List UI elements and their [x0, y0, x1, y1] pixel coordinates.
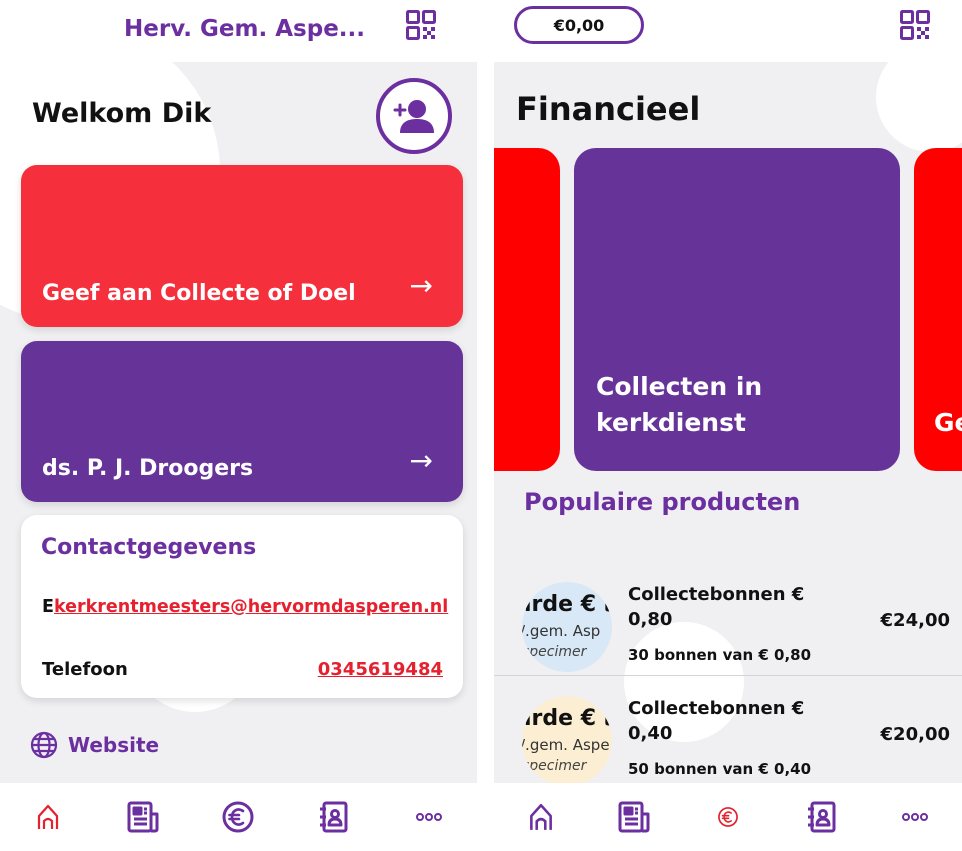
phone-label: Telefoon	[42, 659, 128, 680]
balance-badge[interactable]: €0,00	[514, 6, 644, 44]
church-name[interactable]: Herv. Gem. Aspe...	[124, 16, 365, 42]
nav-news[interactable]	[119, 793, 167, 841]
newspaper-icon	[127, 801, 159, 833]
arrow-right-icon: →	[409, 444, 433, 477]
product-price: €24,00	[880, 610, 950, 631]
newspaper-icon	[618, 801, 650, 833]
home-screen: Herv. Gem. Aspe... Welkom Dik Geef aan C…	[0, 0, 477, 851]
top-bar: Herv. Gem. Aspe...	[0, 0, 477, 62]
contact-card: Contactgegevens Ekerkrentmeesters@hervor…	[21, 515, 463, 698]
product-item[interactable]: ırde € ι /.gem. Aspe specimer Collectebo…	[494, 676, 962, 790]
contact-title: Contactgegevens	[41, 535, 257, 560]
thumbnail-text: ırde € ι	[524, 592, 612, 617]
welcome-heading: Welkom Dik	[32, 98, 212, 129]
popular-products-title: Populaire producten	[524, 488, 801, 516]
home-church-icon	[37, 804, 58, 829]
donate-card[interactable]: Geef aan Collecte of Doel →	[21, 165, 463, 327]
phone-row: Telefoon 0345619484	[42, 659, 443, 680]
thumbnail-text: /.gem. Aspe	[522, 736, 610, 754]
bottom-nav	[494, 783, 962, 851]
email-row: Ekerkrentmeesters@hervormdasperen.nl	[42, 597, 448, 617]
globe-icon	[30, 731, 58, 759]
more-dots-icon	[416, 813, 443, 821]
nav-home[interactable]	[517, 793, 565, 841]
address-book-icon	[319, 801, 348, 833]
arrow-right-icon: →	[409, 269, 433, 302]
carousel-card-collections[interactable]: Collecten in kerkdienst	[574, 148, 900, 471]
carousel-card-left[interactable]	[494, 148, 560, 471]
carousel-card-right[interactable]: Ge	[914, 148, 962, 471]
nav-finance[interactable]	[214, 793, 262, 841]
donate-card-label: Geef aan Collecte of Doel	[42, 281, 356, 306]
page-title: Financieel	[516, 90, 701, 128]
nav-more[interactable]	[405, 793, 453, 841]
thumbnail-text: specimer	[522, 758, 587, 774]
pastor-card-label: ds. P. J. Droogers	[42, 456, 254, 481]
product-item[interactable]: ırde € ι /.gem. Asp specimer Collectebon…	[494, 562, 962, 676]
website-label: Website	[68, 733, 160, 757]
euro-icon	[222, 801, 254, 833]
thumbnail-text: ırde € ι	[524, 706, 612, 731]
product-name: Collectebonnen € 0,40	[628, 698, 805, 744]
bottom-nav	[0, 783, 477, 851]
qr-code-icon[interactable]	[406, 10, 436, 40]
email-prefix: E	[42, 597, 54, 617]
add-user-button[interactable]	[376, 78, 452, 154]
product-description: 50 bonnen van € 0,40	[628, 760, 812, 778]
nav-finance[interactable]	[704, 793, 752, 841]
background-circle	[876, 62, 962, 152]
product-price: €20,00	[880, 724, 950, 745]
website-link[interactable]: Website	[30, 731, 159, 759]
carousel-card-label: Collecten in kerkdienst	[596, 372, 763, 437]
home-church-icon	[529, 803, 552, 830]
pastor-card[interactable]: ds. P. J. Droogers →	[21, 341, 463, 502]
nav-news[interactable]	[610, 793, 658, 841]
euro-icon	[718, 807, 738, 827]
email-link[interactable]: kerkrentmeesters@hervormdasperen.nl	[54, 597, 448, 617]
thumbnail-text: specimer	[522, 644, 587, 660]
thumbnail-text: /.gem. Asp	[522, 622, 601, 640]
product-name: Collectebonnen € 0,80	[628, 584, 805, 630]
nav-more[interactable]	[891, 793, 939, 841]
nav-contacts[interactable]	[798, 793, 846, 841]
phone-link[interactable]: 0345619484	[318, 659, 443, 680]
address-book-icon	[807, 801, 836, 833]
product-thumbnail: ırde € ι /.gem. Aspe specimer	[522, 696, 612, 786]
product-description: 30 bonnen van € 0,80	[628, 646, 812, 664]
nav-contacts[interactable]	[310, 793, 358, 841]
finance-screen: €0,00 Financieel Collecten in kerkdienst…	[494, 0, 962, 851]
carousel-card-label: Ge	[934, 408, 962, 437]
top-bar: €0,00	[494, 0, 962, 62]
add-user-icon	[393, 100, 434, 133]
more-dots-icon	[902, 813, 929, 821]
nav-home[interactable]	[24, 793, 72, 841]
qr-code-icon[interactable]	[900, 10, 930, 40]
product-thumbnail: ırde € ι /.gem. Asp specimer	[522, 582, 612, 672]
